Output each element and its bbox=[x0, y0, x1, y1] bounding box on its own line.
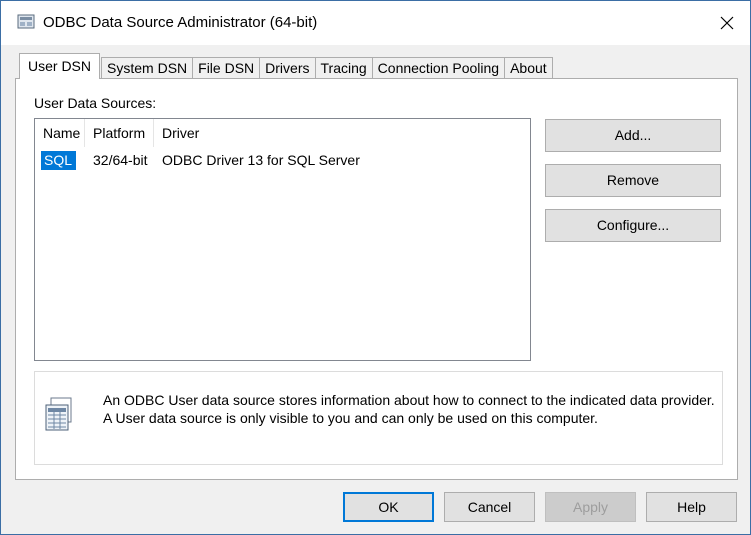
cell-driver: ODBC Driver 13 for SQL Server bbox=[162, 152, 360, 168]
list-header: Name Platform Driver bbox=[35, 119, 528, 147]
column-header-platform[interactable]: Platform bbox=[85, 119, 154, 147]
data-source-info-icon bbox=[45, 397, 72, 431]
column-header-driver[interactable]: Driver bbox=[154, 119, 528, 147]
title-bar[interactable]: ODBC Data Source Administrator (64-bit) bbox=[1, 1, 750, 45]
cell-platform: 32/64-bit bbox=[93, 152, 148, 168]
list-item[interactable]: SQL 32/64-bit ODBC Driver 13 for SQL Ser… bbox=[35, 149, 528, 171]
odbc-admin-window: ODBC Data Source Administrator (64-bit) … bbox=[0, 0, 751, 535]
remove-button[interactable]: Remove bbox=[545, 164, 721, 197]
tab-connection-pooling[interactable]: Connection Pooling bbox=[371, 57, 506, 79]
close-button[interactable] bbox=[704, 1, 750, 45]
add-button[interactable]: Add... bbox=[545, 119, 721, 152]
tab-user-dsn[interactable]: User DSN bbox=[19, 53, 101, 79]
tab-drivers[interactable]: Drivers bbox=[259, 57, 316, 79]
info-box: An ODBC User data source stores informat… bbox=[34, 371, 723, 465]
ok-button[interactable]: OK bbox=[343, 492, 434, 522]
info-description: An ODBC User data source stores informat… bbox=[103, 392, 715, 426]
apply-button[interactable]: Apply bbox=[545, 492, 636, 522]
data-sources-list[interactable]: Name Platform Driver SQL 32/64-bit ODBC … bbox=[34, 118, 531, 361]
column-header-name[interactable]: Name bbox=[35, 119, 85, 147]
window-title: ODBC Data Source Administrator (64-bit) bbox=[43, 14, 318, 31]
user-dsn-panel: User Data Sources: Name Platform Driver … bbox=[15, 78, 738, 480]
configure-button[interactable]: Configure... bbox=[545, 209, 721, 242]
odbc-app-icon bbox=[17, 14, 35, 29]
selected-name: SQL bbox=[41, 151, 77, 170]
tab-strip: User DSN System DSN File DSN Drivers Tra… bbox=[15, 53, 553, 79]
user-data-sources-label: User Data Sources: bbox=[34, 95, 157, 111]
tab-about[interactable]: About bbox=[504, 57, 553, 79]
close-icon bbox=[720, 16, 734, 30]
cell-name: SQL bbox=[41, 149, 77, 171]
cancel-button[interactable]: Cancel bbox=[444, 492, 535, 522]
tab-system-dsn[interactable]: System DSN bbox=[101, 57, 194, 79]
tab-tracing[interactable]: Tracing bbox=[314, 57, 373, 79]
help-button[interactable]: Help bbox=[646, 492, 737, 522]
tab-file-dsn[interactable]: File DSN bbox=[192, 57, 261, 79]
